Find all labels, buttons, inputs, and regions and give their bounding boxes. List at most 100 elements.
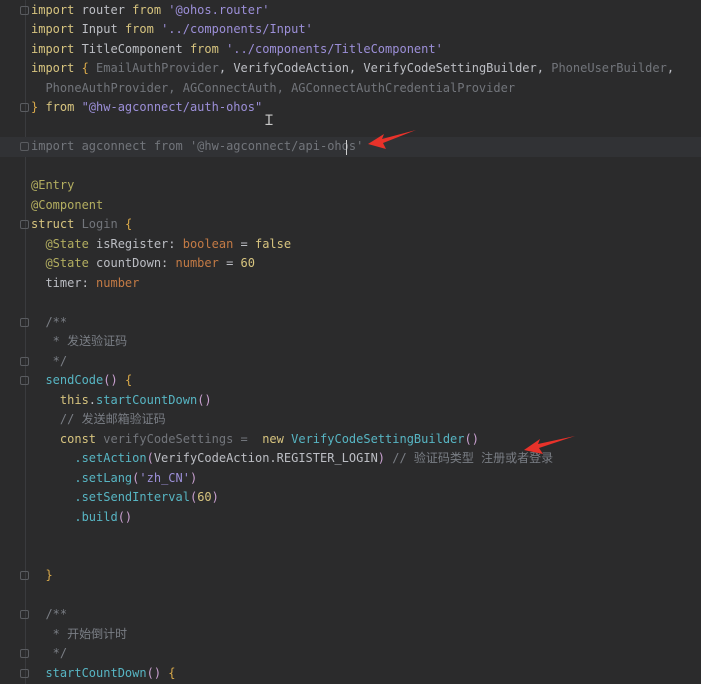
code-token: this (31, 392, 89, 407)
code-line[interactable]: } from "@hw-agconnect/auth-ohos" (31, 98, 262, 118)
code-line[interactable]: * 发送验证码 (31, 332, 127, 352)
code-token: // 发送邮箱验证码 (31, 412, 166, 426)
mouse-ibeam-cursor: Ｉ (262, 113, 276, 129)
code-token: () (197, 392, 212, 407)
fold-toggle-icon[interactable] (20, 668, 29, 678)
code-token: { (168, 665, 176, 680)
code-token: sendCode (31, 373, 104, 387)
code-token: ) (377, 451, 386, 465)
code-line[interactable]: sendCode() { (31, 371, 132, 391)
code-line[interactable]: .setLang('zh_CN') (31, 469, 197, 489)
code-token: = (218, 256, 241, 270)
code-line[interactable]: startCountDown() { (31, 664, 176, 684)
code-line[interactable]: const verifyCodeSettings = new VerifyCod… (31, 430, 479, 450)
code-token: , (666, 61, 675, 75)
code-token: verifyCodeSettings = (96, 431, 255, 446)
code-line[interactable]: struct Login { (31, 215, 132, 235)
code-token: '../components/TitleComponent' (218, 41, 443, 56)
code-token: from (132, 2, 162, 17)
code-line[interactable]: } (31, 566, 53, 586)
fold-toggle-icon[interactable] (20, 142, 29, 151)
code-token: */ (31, 353, 68, 368)
code-line[interactable]: .build() (31, 508, 132, 528)
fold-toggle-icon[interactable] (20, 356, 29, 366)
code-token: . (88, 392, 97, 407)
code-token: Input (74, 22, 125, 36)
code-token: from (124, 22, 154, 36)
code-editor[interactable]: import router from '@ohos.router' import … (0, 0, 701, 684)
code-line[interactable]: /** (31, 605, 67, 625)
code-token: ( (146, 451, 154, 465)
code-line[interactable]: import agconnect from '@hw-agconnect/api… (31, 137, 363, 157)
code-line[interactable]: timer: number (31, 274, 139, 294)
fold-toggle-icon[interactable] (20, 649, 29, 658)
code-token: isRegister: (88, 236, 183, 251)
code-token: '@ohos.router' (161, 2, 270, 17)
code-token: startCountDown (31, 665, 147, 680)
code-line[interactable]: .setAction(VerifyCodeAction.REGISTER_LOG… (31, 449, 553, 469)
code-token: } (31, 568, 53, 582)
fold-toggle-icon[interactable] (20, 5, 29, 15)
fold-toggle-icon[interactable] (20, 220, 29, 229)
code-token: 60 (197, 490, 212, 504)
code-line[interactable]: import TitleComponent from '../component… (31, 40, 443, 60)
code-token: @State (31, 236, 89, 251)
code-token: EmailAuthProvider (88, 61, 219, 75)
code-line[interactable]: @State isRegister: boolean = false (31, 235, 291, 255)
code-token: startCountDown (96, 392, 198, 407)
code-token: import agconnect from '@hw-agconnect/api… (31, 139, 364, 153)
code-line[interactable]: // 发送邮箱验证码 (31, 410, 166, 430)
code-line[interactable]: @Entry (31, 176, 74, 196)
code-token: .setSendInterval (31, 490, 190, 504)
code-token: () (146, 665, 162, 680)
code-token: { (81, 61, 89, 75)
code-line[interactable]: import { EmailAuthProvider, VerifyCodeAc… (31, 59, 674, 79)
code-token: VerifyCodeSettingBuilder (283, 431, 465, 446)
code-line[interactable]: */ (31, 352, 67, 372)
code-token: VerifyCodeAction.REGISTER_LOGIN (153, 451, 378, 465)
code-token: '../components/Input' (153, 22, 313, 36)
code-line[interactable]: @State countDown: number = 60 (31, 254, 255, 274)
code-line[interactable]: import Input from '../components/Input' (31, 20, 313, 40)
red-arrow-annotation (368, 130, 416, 149)
code-token: import (31, 22, 75, 36)
fold-toggle-icon[interactable] (20, 610, 29, 619)
code-token: const (31, 431, 97, 446)
code-line[interactable]: .setSendInterval(60) (31, 488, 219, 508)
code-token: TitleComponent (74, 41, 190, 56)
code-token: new (254, 431, 284, 446)
code-token: struct (31, 217, 75, 231)
red-arrow-annotation (524, 436, 575, 454)
code-token: countDown: (88, 256, 176, 270)
code-token: @State (31, 256, 89, 270)
code-token: */ (31, 646, 68, 660)
code-line[interactable]: this.startCountDown() (31, 391, 212, 411)
code-line[interactable]: * 开始倒计时 (31, 625, 127, 645)
code-token: 'zh_CN' (139, 470, 190, 485)
code-token: ) (189, 470, 198, 485)
code-line[interactable]: /** (31, 313, 67, 333)
code-token: @Entry (31, 178, 75, 192)
code-token: from (38, 100, 75, 114)
code-token: false (254, 236, 292, 251)
code-token: import (31, 61, 75, 75)
fold-toggle-icon[interactable] (20, 571, 29, 580)
code-token: () (103, 373, 118, 387)
code-line[interactable]: import router from '@ohos.router' (31, 1, 269, 21)
fold-toggle-icon[interactable] (20, 317, 29, 327)
code-token: from (189, 41, 219, 56)
code-token: * 开始倒计时 (31, 626, 128, 641)
fold-toggle-icon[interactable] (20, 376, 29, 385)
code-token: .setLang (31, 470, 133, 485)
code-line[interactable]: @Component (31, 196, 103, 216)
code-token: number (175, 256, 219, 270)
fold-toggle-icon[interactable] (20, 103, 29, 112)
code-line[interactable]: PhoneAuthProvider, AGConnectAuth, AGConn… (31, 79, 515, 99)
code-token: { (124, 217, 133, 231)
code-token: number (96, 275, 140, 290)
code-line[interactable]: */ (31, 644, 67, 664)
code-token: () (464, 431, 479, 446)
code-token: .build (31, 509, 118, 524)
code-token: /** (31, 314, 68, 329)
